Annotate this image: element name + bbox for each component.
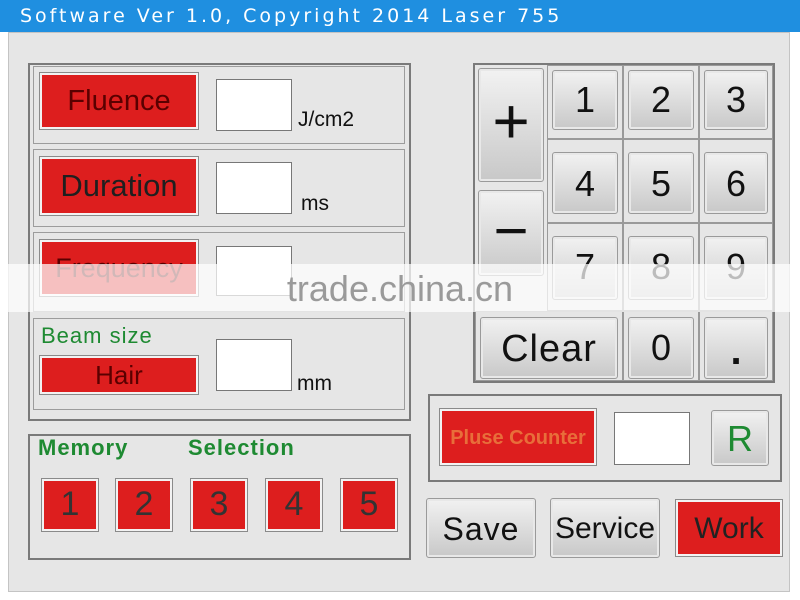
pulse-counter-button[interactable]: Pluse Counter [439,408,597,466]
watermark-text: trade.china.cn [286,268,514,309]
beam-size-value-field[interactable] [216,339,292,391]
memory-slot-4[interactable]: 4 [265,478,323,532]
key-3[interactable]: 3 [704,70,768,130]
key-dot[interactable]: . [704,317,768,379]
key-5[interactable]: 5 [628,152,694,214]
fluence-unit: J/cm2 [298,108,355,131]
memory-label: Memory [38,435,129,460]
duration-value-field[interactable] [216,162,292,214]
selection-label: Selection [188,435,295,460]
duration-unit: ms [301,192,329,215]
beam-size-unit: mm [297,372,332,395]
title-bar: Software Ver 1.0, Copyright 2014 Laser 7… [0,0,800,32]
service-button[interactable]: Service [550,498,660,558]
work-button[interactable]: Work [675,499,783,557]
fluence-value-field[interactable] [216,79,292,131]
pulse-counter-value [614,412,690,465]
clear-button[interactable]: Clear [480,317,618,379]
key-0[interactable]: 0 [628,317,694,379]
memory-slot-1[interactable]: 1 [41,478,99,532]
fluence-button[interactable]: Fluence [39,72,199,130]
key-1[interactable]: 1 [552,70,618,130]
key-2[interactable]: 2 [628,70,694,130]
key-6[interactable]: 6 [704,152,768,214]
hair-button[interactable]: Hair [39,355,199,395]
beam-size-caption: Beam size [41,323,153,348]
memory-slot-5[interactable]: 5 [340,478,398,532]
memory-slot-2[interactable]: 2 [115,478,173,532]
key-4[interactable]: 4 [552,152,618,214]
plus-button[interactable]: + [478,68,544,182]
memory-slot-3[interactable]: 3 [190,478,248,532]
duration-button[interactable]: Duration [39,156,199,216]
reset-button[interactable]: R [711,410,769,466]
save-button[interactable]: Save [426,498,536,558]
